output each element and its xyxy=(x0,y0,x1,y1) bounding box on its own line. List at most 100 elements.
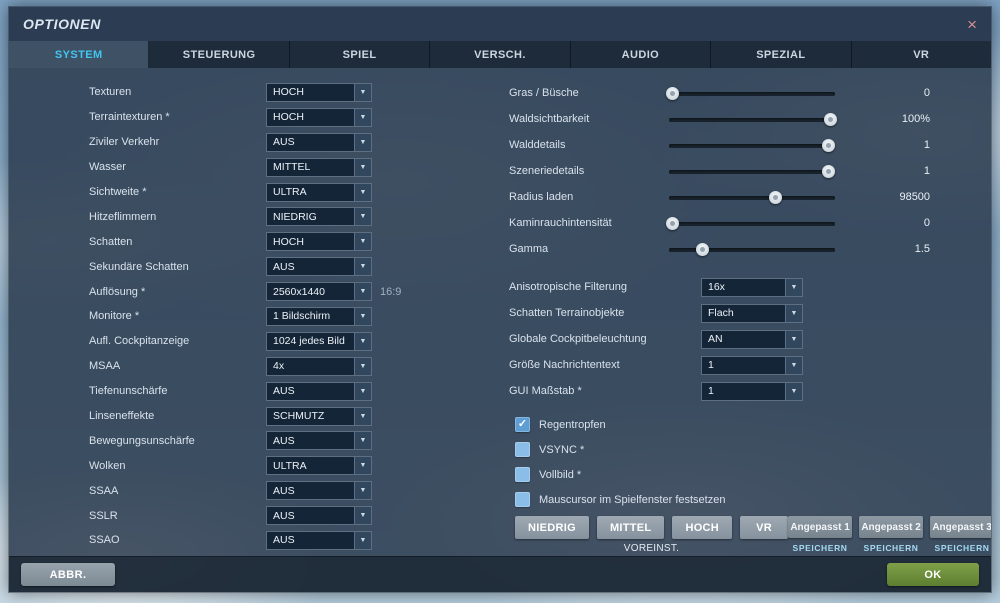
setting-dropdown[interactable]: 1 Bildschirm ▼ xyxy=(266,306,372,326)
slider-track[interactable] xyxy=(669,169,835,174)
setting-dropdown[interactable]: HOCH ▼ xyxy=(266,107,372,127)
setting-dropdown[interactable]: 1 ▼ xyxy=(701,381,803,401)
tab[interactable]: VR xyxy=(851,41,991,68)
chevron-down-icon[interactable]: ▼ xyxy=(354,382,371,400)
chevron-down-icon[interactable]: ▼ xyxy=(354,432,371,450)
slider-track[interactable] xyxy=(669,195,835,200)
setting-dropdown[interactable]: 2560x1440 ▼ xyxy=(266,282,372,302)
custom-preset-slot: Angepasst 1 SPEICHERN xyxy=(788,516,853,553)
setting-dropdown[interactable]: SCHMUTZ ▼ xyxy=(266,406,372,426)
slider[interactable] xyxy=(666,86,835,100)
chevron-down-icon[interactable]: ▼ xyxy=(354,133,371,151)
slider-handle[interactable] xyxy=(824,112,838,126)
chevron-down-icon[interactable]: ▼ xyxy=(354,457,371,475)
slider[interactable] xyxy=(669,164,836,178)
chevron-down-icon[interactable]: ▼ xyxy=(354,183,371,201)
preset-button[interactable]: MITTEL xyxy=(596,516,665,539)
tab[interactable]: STEUERUNG xyxy=(149,41,290,68)
setting-dropdown[interactable]: AUS ▼ xyxy=(266,530,372,550)
chevron-down-icon[interactable]: ▼ xyxy=(354,233,371,251)
setting-dropdown[interactable]: AUS ▼ xyxy=(266,257,372,277)
slider-track[interactable] xyxy=(669,143,835,148)
slider-label: Walddetails xyxy=(509,139,566,151)
chevron-down-icon[interactable]: ▼ xyxy=(354,482,371,500)
setting-label: Auflösung * xyxy=(89,285,146,298)
tab[interactable]: AUDIO xyxy=(570,41,712,68)
setting-dropdown[interactable]: HOCH ▼ xyxy=(266,82,372,102)
setting-dropdown[interactable]: 1 ▼ xyxy=(701,355,803,375)
preset-button[interactable]: VR xyxy=(740,516,789,539)
save-preset-link[interactable]: SPEICHERN xyxy=(864,543,919,553)
cancel-button[interactable]: ABBR. xyxy=(21,563,115,586)
chevron-down-icon[interactable]: ▼ xyxy=(354,258,371,276)
ok-button[interactable]: OK xyxy=(887,563,979,586)
tab[interactable]: SPIEL xyxy=(289,41,431,68)
chevron-down-icon[interactable]: ▼ xyxy=(785,356,802,374)
setting-dropdown[interactable]: AN ▼ xyxy=(701,329,803,349)
checkbox[interactable]: ✓ xyxy=(515,417,530,432)
checkbox-row: ✓ Regentropfen xyxy=(493,412,991,437)
setting-dropdown[interactable]: AUS ▼ xyxy=(266,481,372,501)
tab[interactable]: SPEZIAL xyxy=(711,41,852,68)
chevron-down-icon[interactable]: ▼ xyxy=(785,330,802,348)
setting-dropdown[interactable]: AUS ▼ xyxy=(266,381,372,401)
custom-preset-button[interactable]: Angepasst 3 xyxy=(930,516,991,538)
setting-dropdown[interactable]: 16x ▼ xyxy=(701,277,803,297)
slider-handle[interactable] xyxy=(666,86,680,100)
slider-track[interactable] xyxy=(669,221,835,226)
tab[interactable]: VERSCH. xyxy=(430,41,571,68)
chevron-down-icon[interactable]: ▼ xyxy=(785,382,802,400)
chevron-down-icon[interactable]: ▼ xyxy=(354,108,371,126)
setting-dropdown[interactable]: AUS ▼ xyxy=(266,132,372,152)
chevron-down-icon[interactable]: ▼ xyxy=(785,304,802,322)
slider-handle[interactable] xyxy=(822,138,836,152)
slider-handle[interactable] xyxy=(666,216,680,230)
setting-dropdown[interactable]: AUS ▼ xyxy=(266,431,372,451)
chevron-down-icon[interactable]: ▼ xyxy=(354,507,371,525)
chevron-down-icon[interactable]: ▼ xyxy=(354,208,371,226)
chevron-down-icon[interactable]: ▼ xyxy=(354,307,371,325)
setting-dropdown[interactable]: NIEDRIG ▼ xyxy=(266,207,372,227)
preset-button[interactable]: HOCH xyxy=(672,516,733,539)
slider[interactable] xyxy=(669,112,838,126)
slider-handle[interactable] xyxy=(769,190,783,204)
setting-dropdown[interactable]: 4x ▼ xyxy=(266,356,372,376)
chevron-down-icon[interactable]: ▼ xyxy=(354,83,371,101)
slider[interactable] xyxy=(669,138,836,152)
checkbox[interactable]: ✓ xyxy=(515,442,530,457)
slider[interactable] xyxy=(666,216,835,230)
save-preset-link[interactable]: SPEICHERN xyxy=(935,543,990,553)
setting-dropdown[interactable]: Flach ▼ xyxy=(701,303,803,323)
custom-preset-button[interactable]: Angepasst 2 xyxy=(859,516,924,538)
chevron-down-icon[interactable]: ▼ xyxy=(785,278,802,296)
slider[interactable] xyxy=(669,190,835,204)
setting-dropdown[interactable]: ULTRA ▼ xyxy=(266,182,372,202)
slider-handle[interactable] xyxy=(822,164,836,178)
checkbox[interactable]: ✓ xyxy=(515,467,530,482)
save-preset-link[interactable]: SPEICHERN xyxy=(793,543,848,553)
chevron-down-icon[interactable]: ▼ xyxy=(354,332,371,350)
slider[interactable] xyxy=(669,242,835,256)
setting-dropdown[interactable]: HOCH ▼ xyxy=(266,232,372,252)
setting-dropdown[interactable]: ULTRA ▼ xyxy=(266,456,372,476)
chevron-down-icon[interactable]: ▼ xyxy=(354,531,371,549)
slider-track[interactable] xyxy=(669,91,835,96)
slider-value: 98500 xyxy=(899,191,931,203)
tab[interactable]: SYSTEM xyxy=(9,41,150,68)
slider-handle[interactable] xyxy=(696,242,710,256)
custom-preset-button[interactable]: Angepasst 1 xyxy=(788,516,853,538)
chevron-down-icon[interactable]: ▼ xyxy=(354,283,371,301)
chevron-down-icon[interactable]: ▼ xyxy=(354,158,371,176)
setting-dropdown[interactable]: MITTEL ▼ xyxy=(266,157,372,177)
checkbox[interactable]: ✓ xyxy=(515,492,530,507)
chevron-down-icon[interactable]: ▼ xyxy=(354,407,371,425)
slider-track[interactable] xyxy=(669,117,835,122)
tab-label: SPIEL xyxy=(342,48,377,61)
setting-dropdown[interactable]: 1024 jedes Bild ▼ xyxy=(266,331,372,351)
chevron-down-icon[interactable]: ▼ xyxy=(354,357,371,375)
close-icon[interactable]: × xyxy=(967,16,977,33)
setting-row: Sekundäre Schatten AUS ▼ xyxy=(9,254,493,279)
preset-button[interactable]: NIEDRIG xyxy=(515,516,589,539)
slider-track[interactable] xyxy=(669,247,835,252)
setting-dropdown[interactable]: AUS ▼ xyxy=(266,506,372,526)
